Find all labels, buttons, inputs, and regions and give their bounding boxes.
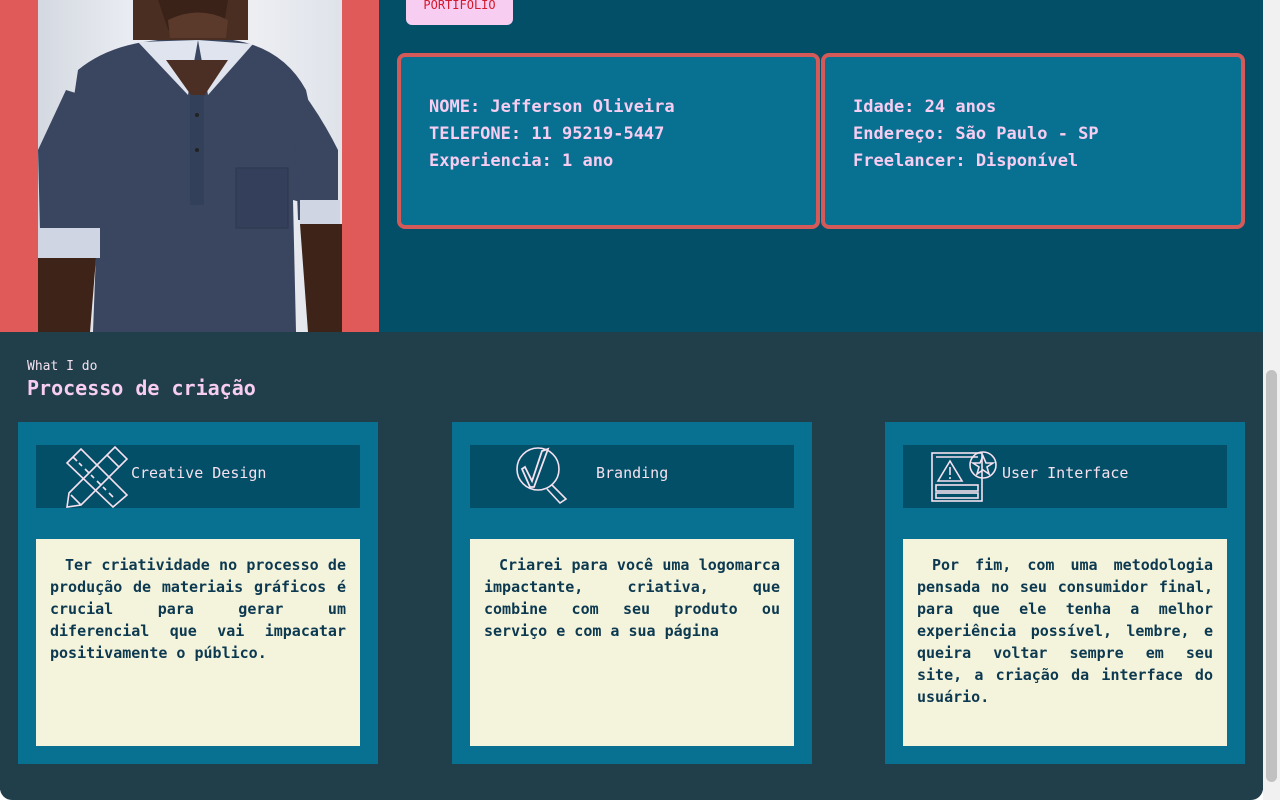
service-text: Por fim, com uma metodologia pensada no … [917,556,1213,706]
service-description: Por fim, com uma metodologia pensada no … [903,539,1227,746]
personal-info-card: NOME: Jefferson Oliveira TELEFONE: 11 95… [397,53,820,229]
service-title: User Interface [1002,464,1129,482]
hero-section: PORTIFOLIO NOME: Jefferson Oliveira TELE… [0,0,1263,332]
service-card-creative-design: Creative Design Ter criatividade no proc… [18,422,378,764]
page-bottom-edge [0,780,1263,800]
info-address: Endereço: São Paulo - SP [853,124,1099,144]
portfolio-tab[interactable]: PORTIFOLIO [406,0,513,25]
details-info-card: Idade: 24 anos Endereço: São Paulo - SP … [821,53,1245,229]
service-card-branding: Branding Criarei para você uma logomarca… [452,422,812,764]
info-phone: TELEFONE: 11 95219-5447 [429,124,665,144]
info-freelancer: Freelancer: Disponível [853,151,1079,171]
profile-photo [38,0,342,332]
info-experience: Experiencia: 1 ano [429,151,614,171]
info-name: NOME: Jefferson Oliveira [429,97,675,117]
service-description: Criarei para você uma logomarca impactan… [470,539,794,746]
section-subtitle: What I do [27,359,98,374]
magnifier-check-icon [514,445,570,509]
service-description: Ter criatividade no processo de produção… [36,539,360,746]
service-title: Creative Design [131,464,267,482]
page-scrollbar[interactable] [1263,0,1280,800]
profile-photo-frame [0,0,379,332]
service-card-user-interface: User Interface Por fim, com uma metodolo… [885,422,1245,764]
info-age: Idade: 24 anos [853,97,997,117]
ui-warning-icon [930,445,998,509]
section-title: Processo de criação [27,376,256,400]
service-text: Criarei para você uma logomarca impactan… [484,556,780,640]
service-header: User Interface [903,445,1227,508]
service-text: Ter criatividade no processo de produção… [50,556,346,662]
service-header: Branding [470,445,794,508]
service-header: Creative Design [36,445,360,509]
scrollbar-thumb[interactable] [1266,370,1277,782]
ruler-pencil-icon [63,445,131,512]
service-title: Branding [596,464,669,482]
